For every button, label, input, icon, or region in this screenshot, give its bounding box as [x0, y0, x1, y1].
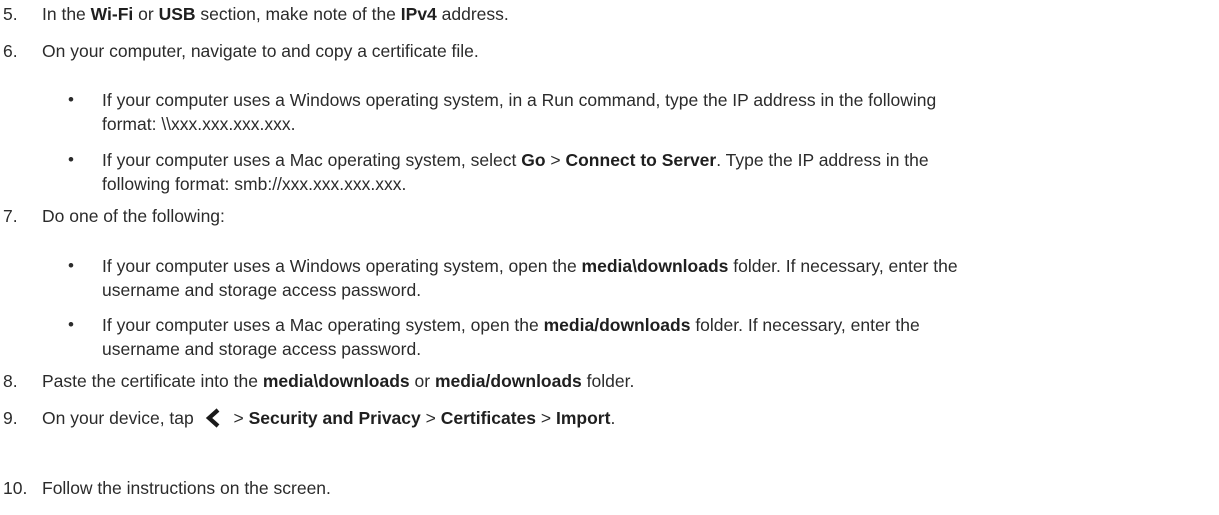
text-run: . Type the IP address in the [716, 150, 929, 170]
step-number: 5. [3, 4, 18, 24]
bullet-text: If your computer uses a Windows operatin… [102, 88, 1207, 136]
step-text: On your device, tap > Security and Priva… [42, 406, 615, 430]
text-line: following format: smb://xxx.xxx.xxx.xxx. [102, 174, 407, 194]
bold-term: USB [158, 4, 196, 24]
text-run: > [545, 150, 566, 170]
step-text: Follow the instructions on the screen. [42, 478, 331, 498]
step-number: 6. [3, 41, 18, 61]
step-text: Do one of the following: [42, 206, 225, 226]
text-line: If your computer uses a Mac operating sy… [102, 148, 1207, 172]
bold-term: Go [521, 150, 546, 170]
text-run: If your computer uses a Mac operating sy… [102, 150, 522, 170]
text-line: username and storage access password. [102, 280, 422, 300]
text-run: On your device, tap [42, 408, 199, 428]
step-number: 8. [3, 371, 18, 391]
text-run: Paste the certificate into the [42, 371, 263, 391]
text-run: section, make note of the [195, 4, 401, 24]
bullet-glyph: • [68, 90, 74, 109]
text-run: address. [436, 4, 509, 24]
bold-term: media\downloads [581, 256, 729, 276]
bold-term: Connect to Server [565, 150, 717, 170]
text-run: or [133, 4, 159, 24]
step-text: On your computer, navigate to and copy a… [42, 41, 479, 61]
bullet-glyph: • [68, 150, 74, 169]
text-run: . [610, 408, 616, 428]
text-line: If your computer uses a Windows operatin… [102, 90, 937, 110]
bold-term: media\downloads [262, 371, 410, 391]
bullet-text: If your computer uses a Mac operating sy… [102, 313, 1207, 361]
bullet-text: If your computer uses a Windows operatin… [102, 254, 1207, 302]
text-run: folder. [581, 371, 635, 391]
step-number: 7. [3, 206, 18, 226]
text-line: username and storage access password. [102, 339, 422, 359]
text-run: folder. If necessary, enter the [728, 256, 958, 276]
step-text: In the Wi-Fi or USB section, make note o… [42, 2, 509, 26]
bullet-glyph: • [68, 315, 74, 334]
text-run: If your computer uses a Mac operating sy… [102, 315, 544, 335]
bold-term: Wi-Fi [90, 4, 134, 24]
text-run: > [420, 408, 441, 428]
bullet-text: If your computer uses a Mac operating sy… [102, 148, 1207, 196]
bold-term: Import [555, 408, 611, 428]
back-chevron-icon [203, 408, 225, 428]
step-number: 9. [3, 408, 18, 428]
text-line: If your computer uses a Windows operatin… [102, 254, 1207, 278]
bullet-glyph: • [68, 256, 74, 275]
instruction-document: 5. In the Wi-Fi or USB section, make not… [0, 0, 1219, 515]
text-run: If your computer uses a Windows operatin… [102, 256, 582, 276]
text-run: In the [42, 4, 91, 24]
step-number: 10. [3, 478, 28, 498]
text-line: format: \\xxx.xxx.xxx.xxx. [102, 114, 296, 134]
bold-term: IPv4 [400, 4, 437, 24]
step-text: Paste the certificate into the media\dow… [42, 369, 634, 393]
bold-term: media/downloads [434, 371, 582, 391]
text-line: If your computer uses a Mac operating sy… [102, 313, 1207, 337]
text-run: folder. If necessary, enter the [690, 315, 920, 335]
bold-term: media/downloads [543, 315, 691, 335]
text-run: or [409, 371, 435, 391]
text-run: > [536, 408, 556, 428]
text-run: > [228, 408, 249, 428]
bold-term: Security and Privacy [248, 408, 421, 428]
bold-term: Certificates [440, 408, 537, 428]
